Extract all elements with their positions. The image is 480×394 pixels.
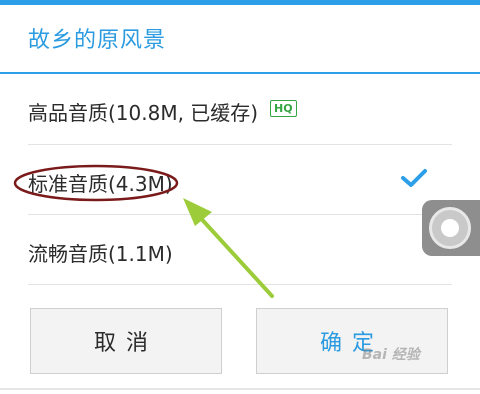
option-label: 标准音质(4.3M) [28, 172, 173, 196]
hq-badge: HQ [270, 100, 297, 117]
assistive-touch-ring [429, 207, 471, 249]
check-icon [401, 169, 427, 187]
confirm-button[interactable]: 确定 [256, 308, 448, 374]
quality-option-standard[interactable]: 标准音质(4.3M) [0, 145, 480, 214]
option-label: 高品音质(10.8M, 已缓存) [28, 101, 259, 125]
assistive-touch-icon[interactable] [422, 200, 480, 256]
dialog-title: 故乡的原风景 [28, 28, 167, 53]
quality-option-smooth[interactable]: 流畅音质(1.1M) [0, 215, 480, 284]
cancel-button[interactable]: 取消 [30, 308, 222, 374]
bottom-rule [0, 388, 480, 390]
watermark: Bai 经验 [362, 347, 420, 363]
assistive-touch-core [441, 219, 459, 237]
top-accent-bar [0, 0, 480, 5]
option-label: 流畅音质(1.1M) [28, 242, 173, 266]
quality-option-hq[interactable]: 高品音质(10.8M, 已缓存) HQ [0, 74, 480, 143]
row-divider [28, 284, 452, 285]
